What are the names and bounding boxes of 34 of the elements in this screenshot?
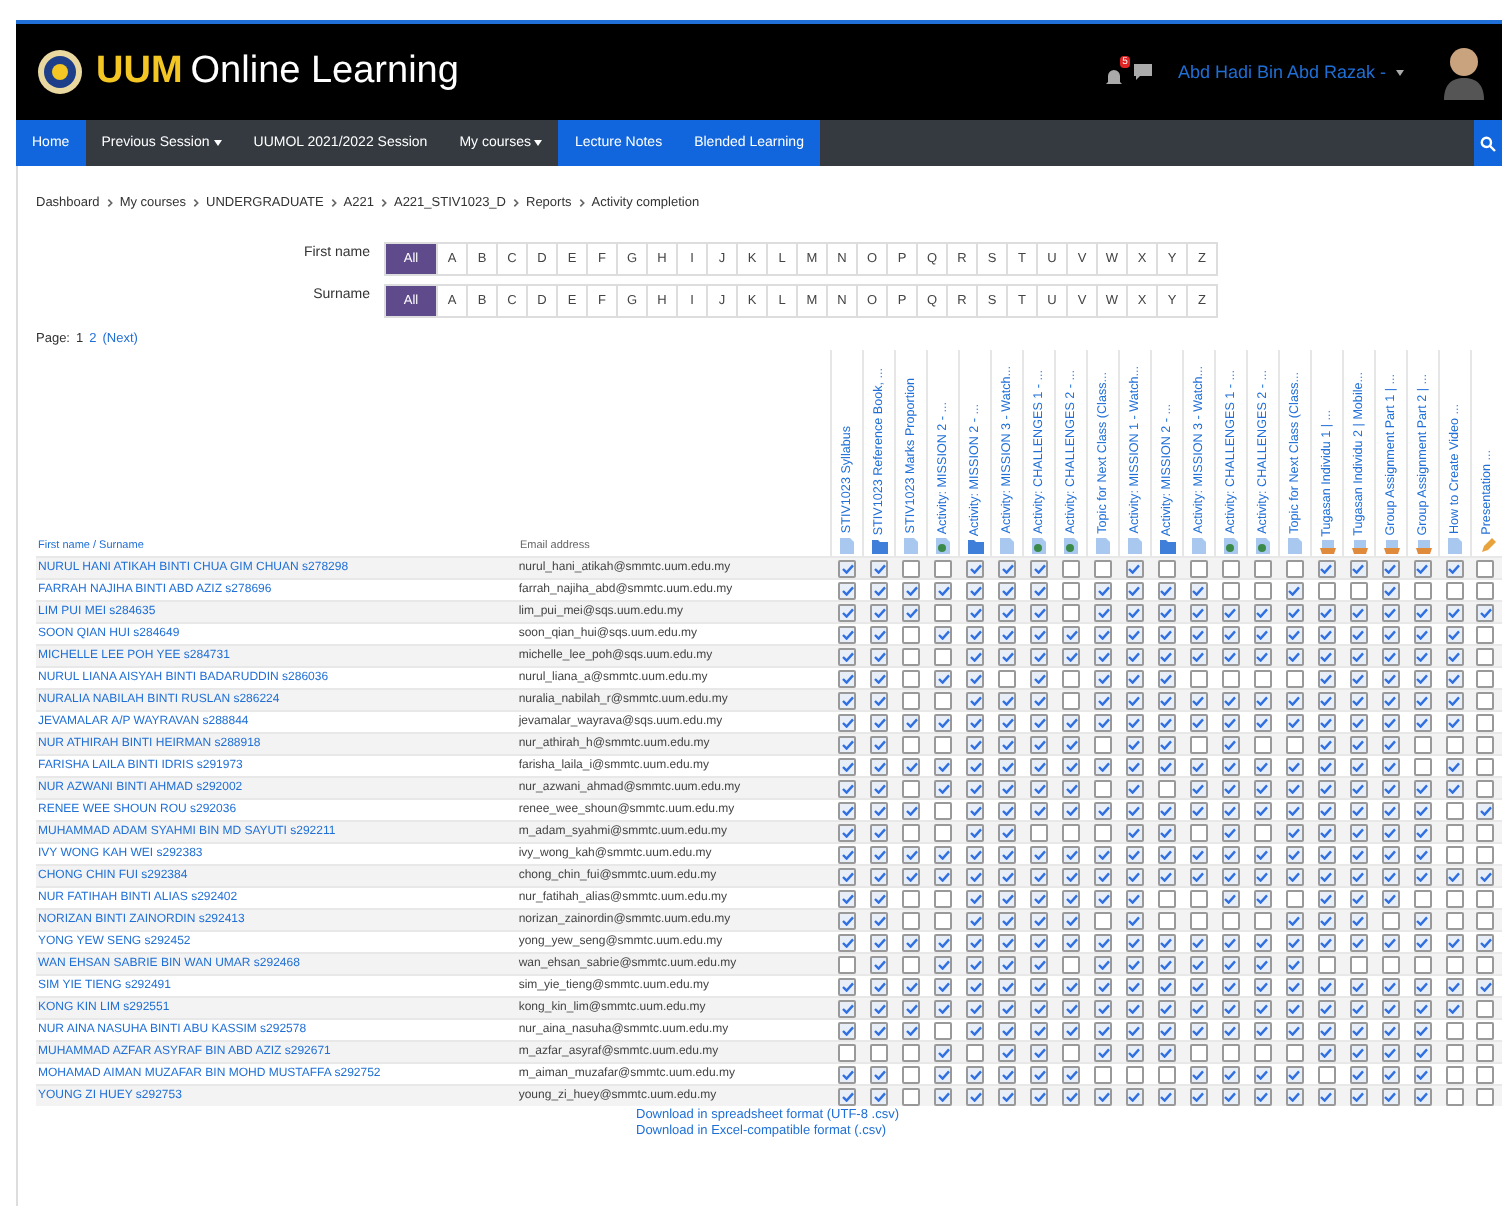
chevron-icon [192, 197, 201, 207]
document-icon [1192, 538, 1207, 554]
interactive-content-icon [1224, 538, 1239, 554]
hand-document-icon [1383, 540, 1400, 554]
document-icon [904, 538, 919, 554]
document-icon [1288, 538, 1303, 554]
document-icon [1448, 538, 1463, 554]
document-icon [1096, 538, 1111, 554]
chat-bubble-icon[interactable] [1133, 64, 1152, 80]
avatar-icon[interactable] [1442, 44, 1486, 100]
hand-document-icon [1351, 540, 1368, 554]
interactive-content-icon [1064, 538, 1079, 554]
chevron-icon [329, 197, 338, 207]
caret-icon [1396, 69, 1404, 75]
caret-icon [534, 140, 543, 146]
chevron-icon [512, 197, 520, 207]
chevron-icon [379, 197, 388, 207]
hand-document-icon [1319, 540, 1336, 554]
university-emblem-icon [36, 48, 84, 96]
interactive-content-icon [1032, 538, 1047, 554]
document-icon [1000, 538, 1015, 554]
interactive-content-icon [936, 538, 951, 554]
hand-document-icon [1415, 540, 1432, 554]
search-icon [1480, 135, 1496, 151]
user-menu-link[interactable]: Abd Hadi Bin Abd Razak - [1177, 62, 1386, 82]
caret-icon [213, 140, 222, 146]
document-icon [1128, 538, 1143, 554]
interactive-content-icon [1256, 538, 1271, 554]
brand-name: UUM [96, 50, 183, 94]
chevron-icon [577, 197, 586, 207]
document-icon [840, 538, 855, 554]
brand-subtitle: Online Learning [190, 50, 459, 94]
chevron-icon [105, 197, 114, 207]
search-button[interactable] [1474, 120, 1502, 166]
